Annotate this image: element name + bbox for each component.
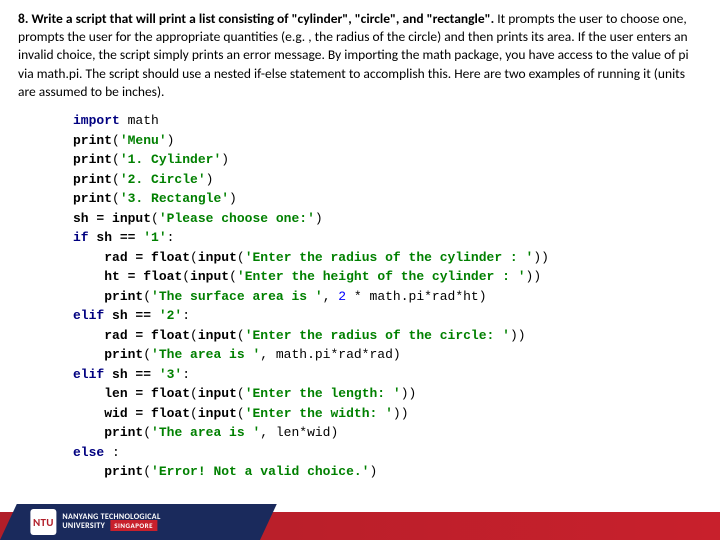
ntu-line2: UNIVERSITY [62, 521, 105, 531]
ntu-crest-icon: NTU [30, 509, 56, 535]
question-text: 8. Write a script that will print a list… [18, 10, 702, 101]
question-bold: Write a script that will print a list co… [32, 10, 495, 27]
ntu-text: NANYANG TECHNOLOGICAL UNIVERSITY SINGAPO… [62, 513, 160, 531]
question-number: 8. [18, 10, 28, 27]
footer-bar: NTU NANYANG TECHNOLOGICAL UNIVERSITY SIN… [0, 504, 720, 540]
footer-blue-block: NTU NANYANG TECHNOLOGICAL UNIVERSITY SIN… [0, 504, 277, 540]
footer-logo-block: NTU NANYANG TECHNOLOGICAL UNIVERSITY SIN… [8, 509, 160, 535]
code-block: import math print('Menu') print('1. Cyli… [73, 111, 702, 482]
slide-content: 8. Write a script that will print a list… [0, 0, 720, 482]
singapore-badge: SINGAPORE [110, 520, 157, 531]
